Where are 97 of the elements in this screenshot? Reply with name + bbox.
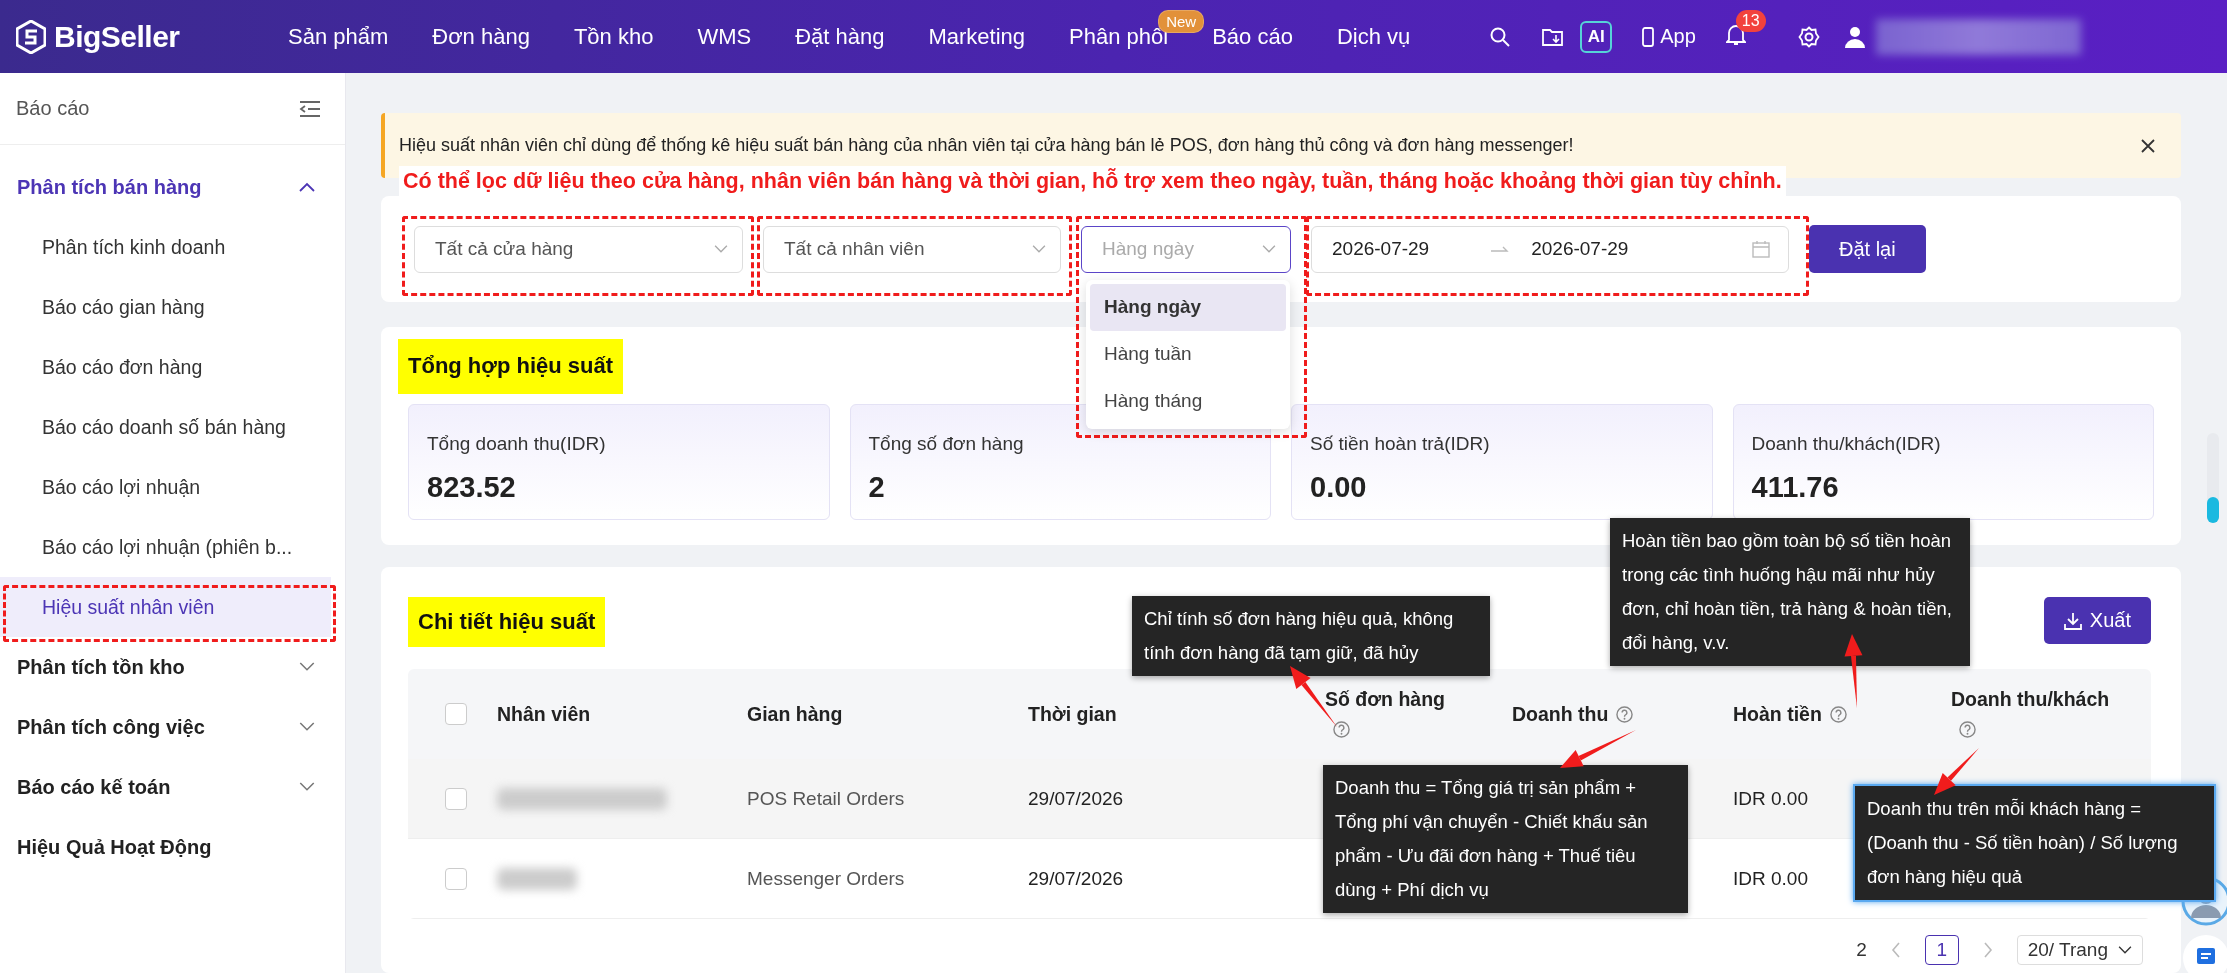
store-select[interactable]: Tất cả cửa hàng	[414, 225, 743, 273]
logo-text[interactable]: BigSeller	[54, 19, 180, 54]
column-header: Gian hàng	[747, 703, 843, 725]
chevron-down-icon	[2118, 945, 2132, 955]
total-count: 2	[1856, 939, 1867, 961]
close-icon[interactable]	[2141, 138, 2155, 153]
tooltip: Hoàn tiền bao gồm toàn bộ số tiền hoàn trong các tình huống hậu mãi như hủy đơn, chỉ hoàn tiền, trả hàng & hoàn tiền, đổi hàng, v.v.	[1610, 518, 1970, 666]
sidebar-item[interactable]: Báo cáo gian hàng	[0, 277, 331, 337]
date-range-field[interactable]: 2026-07-29 2026-07-29	[1311, 225, 1789, 273]
dropdown-option[interactable]: Hàng tuần	[1090, 330, 1286, 378]
nav-menu-item[interactable]: Dịch vụ	[1336, 23, 1411, 49]
sidebar-group[interactable]: Phân tích tồn kho	[0, 637, 345, 697]
sidebar-group[interactable]: Hiệu Quả Hoạt Động	[0, 817, 345, 877]
tooltip: Chỉ tính số đơn hàng hiệu quả, không tính đơn hàng đã tạm giữ, đã hủy	[1132, 596, 1490, 676]
logo-icon	[16, 19, 46, 54]
column-header: Thời gian	[1028, 703, 1117, 725]
stat-label: Tổng số đơn hàng	[868, 433, 1025, 455]
sidebar-item[interactable]: Báo cáo đơn hàng	[0, 337, 331, 397]
checkbox[interactable]	[445, 703, 467, 725]
chevron-down-icon	[1262, 244, 1276, 254]
chevron-down-icon	[299, 782, 315, 792]
column-header: Nhân viên	[497, 703, 591, 725]
settings-icon[interactable]	[1797, 25, 1820, 48]
next-page-icon[interactable]	[1982, 942, 1993, 958]
stat-label: Doanh thu/khách(IDR)	[1751, 433, 1942, 455]
table-cell: Messenger Orders	[747, 867, 905, 890]
help-icon[interactable]	[1616, 706, 1634, 723]
help-icon[interactable]	[1959, 721, 1976, 738]
chat-icon[interactable]	[2181, 933, 2227, 973]
column-header: Doanh thu	[1512, 703, 1609, 725]
notification-badge: 13	[1735, 9, 1766, 32]
stat-value: 0.00	[1310, 471, 1368, 504]
stat-value: 2	[868, 471, 886, 504]
ai-button[interactable]: AI	[1580, 20, 1613, 53]
sidebar-item[interactable]: Báo cáo lợi nhuận	[0, 457, 331, 517]
chevron-down-icon	[714, 244, 728, 254]
section-title: Tổng hợp hiệu suất	[398, 339, 624, 394]
chevron-down-icon	[1032, 244, 1046, 254]
nav-menu-item[interactable]: Báo cáo	[1212, 23, 1293, 49]
scrollbar[interactable]	[2207, 433, 2219, 523]
sidebar-group[interactable]: Báo cáo kế toán	[0, 757, 345, 817]
checkbox[interactable]	[445, 867, 467, 890]
arrow	[1934, 748, 1979, 795]
start-date: 2026-07-29	[1332, 238, 1430, 260]
chevron-up-icon	[299, 182, 315, 192]
staff-select[interactable]: Tất cả nhân viên	[763, 225, 1061, 273]
sidebar-title: Báo cáo	[16, 97, 90, 120]
tooltip: Doanh thu trên mỗi khách hàng = (Doanh thu - Số tiền hoàn) / Số lượng đơn hàng hiệu quả	[1853, 784, 2216, 902]
help-icon[interactable]	[1829, 706, 1847, 723]
collapse-icon[interactable]	[299, 99, 321, 118]
checkbox[interactable]	[445, 787, 467, 810]
table-cell: POS Retail Orders	[747, 787, 905, 810]
help-icon[interactable]	[1333, 721, 1350, 738]
page-size-select[interactable]: 20/ Trang	[2016, 935, 2143, 965]
stat-label: Tổng doanh thu(IDR)	[427, 433, 607, 455]
stat-value: 411.76	[1751, 471, 1840, 504]
reset-button[interactable]: Đặt lại	[1809, 225, 1926, 273]
export-button[interactable]: Xuất	[2043, 597, 2151, 644]
nav-menu-item[interactable]: Đặt hàng	[795, 23, 885, 49]
download-icon	[2063, 611, 2082, 630]
table-cell: 29/07/2026	[1028, 787, 1124, 810]
sidebar-item[interactable]: Báo cáo lợi nhuận (phiên b...	[0, 517, 331, 577]
app-link[interactable]: App	[1642, 25, 1696, 48]
phone-icon	[1642, 26, 1655, 47]
table-cell: IDR 0.00	[1733, 867, 1808, 890]
table-cell: 29/07/2026	[1028, 867, 1124, 890]
sidebar-item[interactable]: Báo cáo doanh số bán hàng	[0, 397, 331, 457]
user-icon[interactable]	[1843, 25, 1866, 48]
folder-download-icon[interactable]	[1542, 26, 1565, 47]
nav-menu-item[interactable]: Sản phẩm	[288, 23, 389, 49]
annotation-note: Có thể lọc dữ liệu theo cửa hàng, nhân viên bán hàng và thời gian, hỗ trợ xem theo ngày, tuần, tháng hoặc khoảng thời gian tùy chỉnh.	[399, 166, 1786, 198]
stat-label: Số tiền hoàn trả(IDR)	[1310, 433, 1491, 455]
chevron-down-icon	[299, 722, 315, 732]
nav-menu-item[interactable]: Đơn hàng	[432, 23, 530, 49]
search-icon[interactable]	[1490, 26, 1511, 47]
sidebar-group[interactable]: Phân tích bán hàng	[0, 157, 345, 217]
chevron-down-icon	[299, 662, 315, 672]
nav-menu-item[interactable]: Tồn kho	[573, 23, 654, 49]
page-button[interactable]: 1	[1924, 935, 1959, 965]
nav-menu-item[interactable]: Marketing	[928, 23, 1026, 49]
sidebar-item[interactable]: Phân tích kinh doanh	[0, 217, 331, 277]
tooltip: Doanh thu = Tổng giá trị sản phẩm + Tổng phí vận chuyển - Chiết khấu sản phẩm - Ưu đãi đơn hàng + Thuế tiêu dùng + Phí dịch vụ	[1323, 765, 1688, 913]
table-cell: IDR 0.00	[1733, 787, 1808, 810]
section-title: Chi tiết hiệu suất	[408, 597, 606, 647]
dropdown-option[interactable]: Hàng tháng	[1090, 377, 1286, 425]
column-header: Hoàn tiền	[1733, 703, 1822, 725]
column-header: Số đơn hàng	[1325, 688, 1446, 710]
sidebar-group[interactable]: Phân tích công việc	[0, 697, 345, 757]
sidebar-item[interactable]: Hiệu suất nhân viên	[0, 577, 331, 637]
previous-page-icon[interactable]	[1890, 942, 1901, 958]
calendar-icon	[1752, 240, 1770, 258]
dropdown-option[interactable]: Hàng ngày	[1090, 283, 1286, 331]
column-header: Doanh thu/khách	[1951, 688, 2110, 710]
notice-text: Hiệu suất nhân viên chỉ dùng để thống kê hiệu suất bán hàng của nhân viên tại cửa hàng bán lẻ POS, đơn hàng thủ công và đơn hàng messenger!	[399, 135, 1574, 156]
stat-value: 823.52	[427, 471, 517, 504]
end-date: 2026-07-29	[1531, 238, 1629, 260]
nav-menu-item[interactable]: WMS	[697, 23, 752, 49]
